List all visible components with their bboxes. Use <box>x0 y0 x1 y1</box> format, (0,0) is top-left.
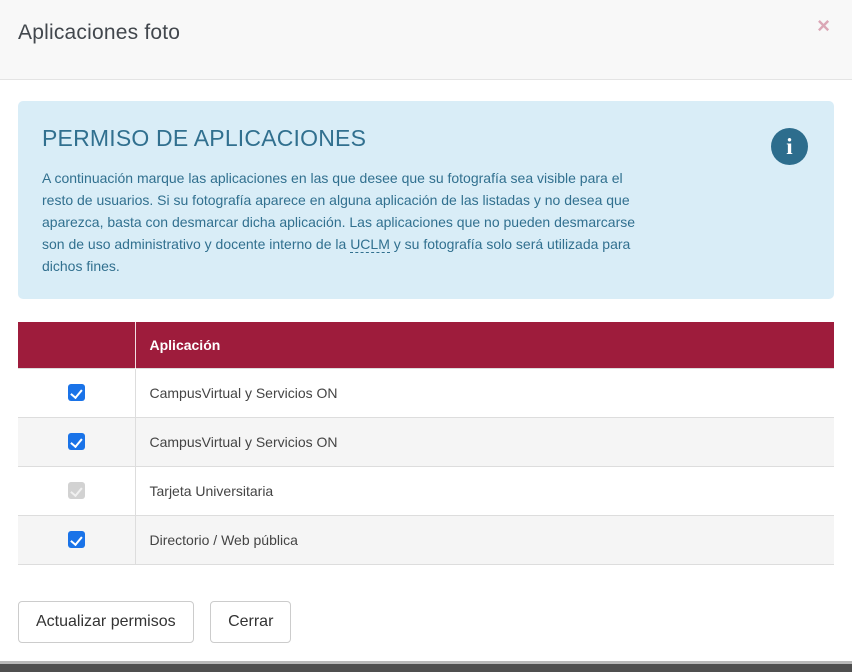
info-panel-text: A continuación marque las aplicaciones e… <box>42 167 638 277</box>
table-row: CampusVirtual y Servicios ON <box>18 417 834 466</box>
permissions-table: Aplicación CampusVirtual y Servicios ON … <box>18 322 834 565</box>
permissions-table-head: Aplicación <box>18 322 834 368</box>
modal-title: Aplicaciones foto <box>18 21 180 45</box>
window-bottom-edge <box>0 661 852 672</box>
checkbox-cell <box>18 515 135 564</box>
app-table-body: CampusVirtual y Servicios ON CampusVirtu… <box>18 368 834 564</box>
row-checkbox[interactable] <box>68 433 85 450</box>
application-name: Tarjeta Universitaria <box>135 466 834 515</box>
checkbox-cell <box>18 417 135 466</box>
footer-buttons: Actualizar permisos Cerrar <box>18 601 852 643</box>
row-checkbox[interactable] <box>68 384 85 401</box>
uclm-link[interactable]: UCLM <box>350 236 390 253</box>
info-circle-icon: i <box>771 128 808 165</box>
checkbox-cell <box>18 368 135 417</box>
info-panel-heading: PERMISO DE APLICACIONES <box>42 125 810 152</box>
application-name: CampusVirtual y Servicios ON <box>135 368 834 417</box>
table-row: Directorio / Web pública <box>18 515 834 564</box>
application-name: Directorio / Web pública <box>135 515 834 564</box>
modal-body: PERMISO DE APLICACIONES i A continuación… <box>0 80 852 565</box>
table-header-row: Aplicación <box>18 322 834 368</box>
table-row: CampusVirtual y Servicios ON <box>18 368 834 417</box>
row-checkbox[interactable] <box>68 531 85 548</box>
modal-header: Aplicaciones foto × <box>0 0 852 80</box>
application-name: CampusVirtual y Servicios ON <box>135 417 834 466</box>
info-panel: PERMISO DE APLICACIONES i A continuación… <box>18 101 834 299</box>
application-column-header: Aplicación <box>135 322 834 368</box>
update-permissions-button[interactable]: Actualizar permisos <box>18 601 194 643</box>
table-row: Tarjeta Universitaria <box>18 466 834 515</box>
row-checkbox <box>68 482 85 499</box>
checkbox-cell <box>18 466 135 515</box>
checkbox-column-header <box>18 322 135 368</box>
close-icon[interactable]: × <box>811 14 836 38</box>
close-button[interactable]: Cerrar <box>210 601 291 643</box>
